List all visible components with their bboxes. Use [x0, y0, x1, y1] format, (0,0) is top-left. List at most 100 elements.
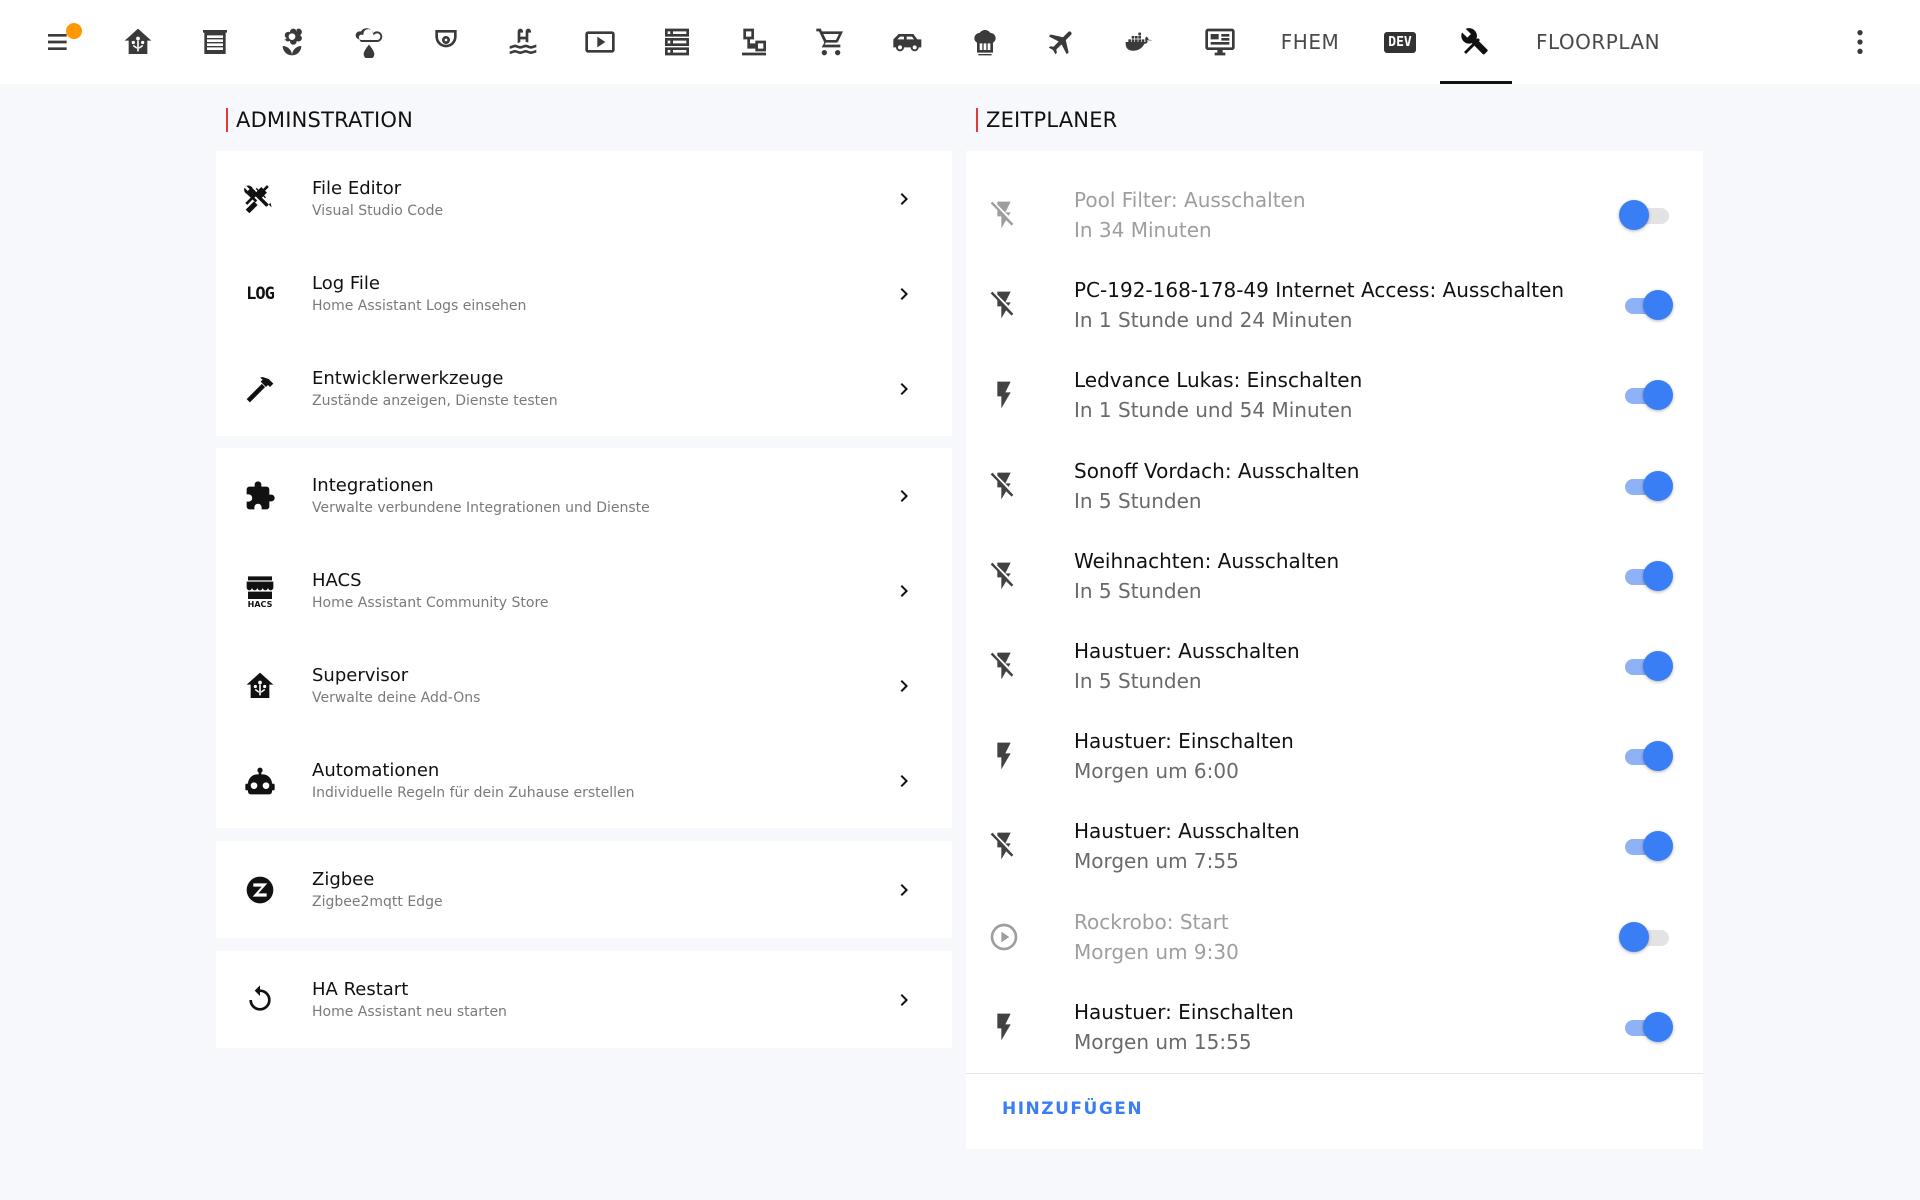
schedule-toggle[interactable] — [1619, 651, 1673, 681]
tab-network[interactable] — [730, 0, 778, 84]
ha-restart-row[interactable]: HA Restart Home Assistant neu starten — [216, 951, 952, 1048]
schedule-toggle[interactable] — [1619, 560, 1673, 591]
schedule-item[interactable]: Haustuer: Ausschalten Morgen um 7:55 — [966, 801, 1703, 891]
schedule-item[interactable]: Pool Filter: Ausschalten In 34 Minuten — [966, 170, 1703, 260]
schedule-toggle[interactable] — [1619, 921, 1673, 952]
toggle-knob — [1643, 290, 1673, 321]
schedule-item-title: PC-192-168-178-49 Internet Access: Aussc… — [1074, 278, 1565, 303]
chevron-right-icon — [892, 579, 916, 603]
toggle-knob — [1643, 560, 1673, 591]
row-title: Log File — [312, 272, 380, 294]
chevron-right-icon — [892, 187, 916, 211]
tab-monitor[interactable] — [1196, 0, 1244, 84]
tab-kitchen[interactable] — [961, 0, 1009, 84]
title-accent-bar — [976, 108, 978, 132]
schedule-toggle[interactable] — [1619, 1011, 1673, 1042]
menu-button[interactable] — [36, 0, 84, 84]
log-file-row[interactable]: LOG Log File Home Assistant Logs einsehe… — [216, 246, 952, 341]
pool-icon — [509, 28, 537, 54]
schedule-toggle[interactable] — [1619, 741, 1673, 772]
tab-irrigation[interactable] — [345, 0, 393, 84]
tab-fhem-label: FHEM — [1280, 30, 1340, 54]
puzzle-icon — [244, 480, 276, 512]
flash-icon — [988, 379, 1020, 411]
tab-tools[interactable] — [1440, 0, 1512, 84]
toggle-knob — [1643, 1011, 1673, 1042]
file-editor-text: File Editor Visual Studio Code — [312, 177, 443, 221]
tab-fhem[interactable]: FHEM — [1268, 0, 1352, 84]
schedule-item-time: In 34 Minuten — [1074, 218, 1212, 242]
tab-floorplan[interactable]: FLOORPLAN — [1530, 0, 1666, 84]
row-title: Automationen — [312, 759, 440, 781]
schedule-item-time: Morgen um 7:55 — [1074, 849, 1239, 874]
integrations-text: Integrationen Verwalte verbundene Integr… — [312, 474, 650, 518]
lan-icon — [742, 28, 766, 56]
hacs-row[interactable]: HACS HACS Home Assistant Community Store — [216, 543, 952, 638]
admin-section-title: ADMINSTRATION — [226, 108, 413, 132]
admin-card-system: Integrationen Verwalte verbundene Integr… — [216, 448, 952, 828]
schedule-toggle[interactable] — [1619, 470, 1673, 501]
row-title: Integrationen — [312, 474, 434, 496]
overflow-menu-button[interactable] — [1836, 0, 1884, 84]
admin-card-tools: File Editor Visual Studio Code LOG Log F… — [216, 151, 952, 436]
chevron-right-icon — [892, 674, 916, 698]
integrations-row[interactable]: Integrationen Verwalte verbundene Integr… — [216, 448, 952, 543]
camera-dome-icon — [435, 30, 457, 48]
tab-home[interactable] — [114, 0, 162, 84]
automations-row[interactable]: Automationen Individuelle Regeln für dei… — [216, 733, 952, 828]
schedule-item-title: Ledvance Lukas: Einschalten — [1074, 368, 1363, 393]
schedule-toggle[interactable] — [1619, 290, 1673, 321]
schedule-toggle[interactable] — [1619, 200, 1673, 230]
schedule-item[interactable]: PC-192-168-178-49 Internet Access: Aussc… — [966, 260, 1703, 350]
zigbee-icon — [244, 874, 276, 906]
schedule-toggle[interactable] — [1619, 831, 1673, 862]
flash-off-icon — [988, 199, 1020, 231]
chevron-right-icon — [892, 769, 916, 793]
tab-cameras[interactable] — [422, 0, 470, 84]
developer-tools-row[interactable]: Entwicklerwerkzeuge Zustände anzeigen, D… — [216, 341, 952, 436]
scheduler-card: Pool Filter: Ausschalten In 34 Minuten PC-… — [966, 151, 1703, 1149]
scheduler-section-title: ZEITPLANER — [976, 108, 1117, 132]
tab-travel[interactable] — [1038, 0, 1086, 84]
chevron-right-icon — [892, 484, 916, 508]
cart-icon — [816, 28, 843, 56]
schedule-item-time: Morgen um 6:00 — [1074, 759, 1239, 784]
log-file-text: Log File Home Assistant Logs einsehen — [312, 272, 526, 316]
tab-media[interactable] — [576, 0, 624, 84]
tab-server[interactable] — [653, 0, 701, 84]
schedule-item-title: Weihnachten: Ausschalten — [1074, 548, 1340, 573]
add-schedule-button[interactable]: HINZUFÜGEN — [1002, 1099, 1143, 1119]
zigbee-row[interactable]: Zigbee Zigbee2mqtt Edge — [216, 841, 952, 938]
tab-shopping[interactable] — [807, 0, 855, 84]
admin-card-zigbee: Zigbee Zigbee2mqtt Edge — [216, 841, 952, 938]
schedule-item-text: Weihnachten: Ausschalten In 5 Stunden — [1074, 546, 1339, 606]
schedule-item[interactable]: Haustuer: Einschalten Morgen um 15:55 — [966, 982, 1703, 1072]
supervisor-row[interactable]: Supervisor Verwalte deine Add-Ons — [216, 638, 952, 733]
schedule-item-text: Haustuer: Einschalten Morgen um 6:00 — [1074, 726, 1294, 786]
schedule-item[interactable]: Haustuer: Ausschalten In 5 Stunden — [966, 621, 1703, 711]
schedule-item[interactable]: Weihnachten: Ausschalten In 5 Stunden — [966, 531, 1703, 621]
schedule-item[interactable]: Rockrobo: Start Morgen um 9:30 — [966, 892, 1703, 982]
tab-garden[interactable] — [268, 0, 316, 84]
schedule-item[interactable]: Ledvance Lukas: Einschalten In 1 Stunde u… — [966, 350, 1703, 440]
tools-icon — [244, 183, 276, 215]
row-subtitle: Individuelle Regeln für dein Zuhause ers… — [312, 784, 635, 801]
tab-car[interactable] — [884, 0, 932, 84]
schedule-toggle[interactable] — [1619, 380, 1673, 411]
row-title: File Editor — [312, 177, 402, 199]
schedule-item[interactable]: Haustuer: Einschalten Morgen um 6:00 — [966, 711, 1703, 801]
tab-pool[interactable] — [499, 0, 547, 84]
tools-icon — [1461, 28, 1488, 55]
chevron-right-icon — [892, 282, 916, 306]
schedule-item-title: Haustuer: Einschalten — [1074, 729, 1294, 754]
row-title: Entwicklerwerkzeuge — [312, 367, 504, 389]
tab-garage[interactable] — [191, 0, 239, 84]
schedule-item[interactable]: Sonoff Vordach: Ausschalten In 5 Stunden — [966, 441, 1703, 531]
ha-restart-text: HA Restart Home Assistant neu starten — [312, 978, 507, 1022]
tab-docker[interactable] — [1115, 0, 1163, 84]
file-editor-row[interactable]: File Editor Visual Studio Code — [216, 151, 952, 246]
tab-dev[interactable]: DEV — [1376, 0, 1424, 84]
flash-icon — [988, 1011, 1020, 1043]
schedule-item-text: Sonoff Vordach: Ausschalten In 5 Stunden — [1074, 456, 1359, 516]
chevron-right-icon — [892, 988, 916, 1012]
